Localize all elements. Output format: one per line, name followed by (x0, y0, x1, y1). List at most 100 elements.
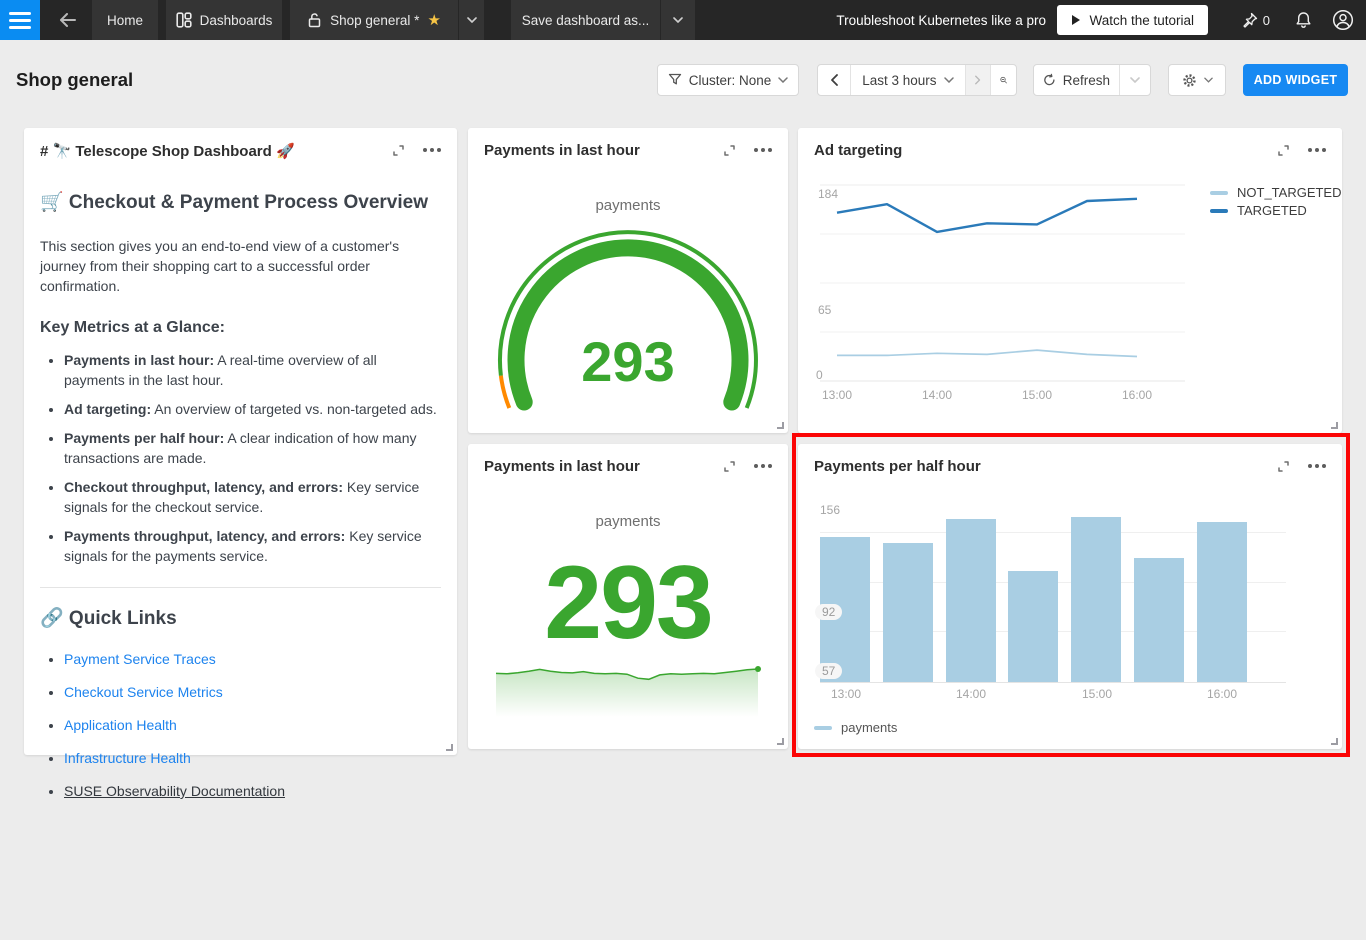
list-item: Payments throughput, latency, and errors… (64, 526, 441, 566)
legend-swatch (1210, 209, 1228, 213)
divider (40, 587, 441, 588)
watch-tutorial-label: Watch the tutorial (1089, 13, 1194, 28)
pinned-items-button[interactable]: 0 (1241, 0, 1270, 40)
add-widget-button[interactable]: ADD WIDGET (1243, 64, 1348, 96)
markdown-widget: # 🔭 Telescope Shop Dashboard 🚀 🛒 Checkou… (24, 128, 457, 755)
expand-widget-icon[interactable] (723, 460, 736, 473)
top-navbar: Home Dashboards Shop general * ★ Save da… (0, 0, 1366, 40)
legend-item-not-targeted[interactable]: NOT_TARGETED (1210, 185, 1342, 200)
bar[interactable] (1071, 517, 1121, 682)
x-axis-tick: 16:00 (1207, 687, 1237, 701)
chevron-down-icon (1130, 77, 1140, 83)
widget-menu-icon[interactable] (754, 148, 772, 152)
tab-options-chevron[interactable] (459, 0, 484, 40)
gauge-chart[interactable]: 293 (496, 226, 760, 418)
legend-item-payments[interactable]: payments (814, 720, 897, 735)
nav-tab-current-dashboard[interactable]: Shop general * ★ (290, 0, 458, 40)
page-title: Shop general (16, 69, 133, 91)
back-button[interactable] (50, 0, 84, 40)
number-metric-label: payments (468, 513, 788, 530)
resize-handle[interactable] (1331, 738, 1338, 745)
expand-widget-icon[interactable] (723, 144, 736, 157)
widget-title: # 🔭 Telescope Shop Dashboard 🚀 (40, 143, 295, 160)
user-avatar[interactable] (1332, 0, 1354, 40)
legend-label: payments (841, 720, 897, 735)
bell-icon (1295, 11, 1312, 29)
time-back-button[interactable] (818, 65, 851, 95)
nav-tab-dashboards[interactable]: Dashboards (166, 0, 282, 40)
metrics-heading: Key Metrics at a Glance: (40, 319, 441, 337)
resize-handle[interactable] (777, 738, 784, 745)
bar[interactable] (1008, 571, 1058, 682)
bar[interactable] (946, 519, 996, 682)
x-axis-tick: 15:00 (1022, 388, 1052, 402)
x-axis-tick: 13:00 (822, 388, 852, 402)
bar[interactable] (1197, 522, 1247, 682)
gear-icon (1182, 73, 1197, 88)
dashboards-icon (176, 12, 192, 28)
avatar-icon (1332, 9, 1354, 31)
markdown-intro: This section gives you an end-to-end vie… (40, 236, 441, 296)
list-item: Checkout Service Metrics (64, 682, 441, 702)
widget-title: Payments in last hour (484, 142, 640, 159)
pin-count: 0 (1263, 13, 1270, 28)
link-checkout-service-metrics[interactable]: Checkout Service Metrics (64, 684, 223, 700)
quick-links-list: Payment Service Traces Checkout Service … (64, 649, 441, 801)
nav-tab-home[interactable]: Home (92, 0, 158, 40)
legend-item-targeted[interactable]: TARGETED (1210, 203, 1307, 218)
hamburger-menu-button[interactable] (0, 0, 40, 40)
gauge-value: 293 (581, 330, 674, 393)
gauge-metric-label: payments (468, 197, 788, 214)
chevron-down-icon (673, 17, 683, 23)
list-item: SUSE Observability Documentation (64, 781, 441, 801)
list-item: Payments in last hour: A real-time overv… (64, 350, 441, 390)
x-axis-tick: 15:00 (1082, 687, 1112, 701)
y-axis-tick: 184 (818, 187, 838, 201)
resize-handle[interactable] (777, 422, 784, 429)
refresh-options-chevron[interactable] (1120, 65, 1150, 95)
dashboard-settings-button[interactable] (1168, 64, 1226, 96)
save-dashboard-chevron[interactable] (661, 0, 695, 40)
chevron-down-icon (467, 17, 477, 23)
widget-menu-icon[interactable] (423, 148, 441, 152)
widget-menu-icon[interactable] (754, 464, 772, 468)
time-range-dropdown[interactable]: Last 3 hours (851, 65, 966, 95)
save-dashboard-button[interactable]: Save dashboard as... (511, 0, 660, 40)
cluster-filter-button[interactable]: Cluster: None (657, 64, 799, 96)
link-payment-service-traces[interactable]: Payment Service Traces (64, 651, 216, 667)
widget-title: Payments per half hour (814, 458, 981, 475)
line-chart[interactable]: 184 65 0 (820, 184, 1185, 382)
unlock-icon (307, 12, 322, 28)
save-dashboard-label: Save dashboard as... (522, 13, 650, 28)
link-infrastructure-health[interactable]: Infrastructure Health (64, 750, 191, 766)
x-axis-tick: 14:00 (956, 687, 986, 701)
expand-widget-icon[interactable] (1277, 460, 1290, 473)
bar[interactable] (1134, 558, 1184, 682)
widget-menu-icon[interactable] (1308, 148, 1326, 152)
filter-icon (668, 73, 682, 87)
cluster-filter-label: Cluster: None (689, 73, 772, 88)
legend-swatch (1210, 191, 1228, 195)
bar[interactable] (883, 543, 933, 682)
link-application-health[interactable]: Application Health (64, 717, 177, 733)
bar-chart[interactable]: 156 92 57 (820, 503, 1286, 683)
link-suse-observability-docs[interactable]: SUSE Observability Documentation (64, 783, 285, 799)
refresh-button[interactable]: Refresh (1034, 65, 1120, 95)
resize-handle[interactable] (1331, 422, 1338, 429)
widget-menu-icon[interactable] (1308, 464, 1326, 468)
expand-widget-icon[interactable] (392, 144, 405, 157)
expand-widget-icon[interactable] (1277, 144, 1290, 157)
chevron-right-icon (975, 74, 981, 86)
markdown-heading: 🛒 Checkout & Payment Process Overview (40, 190, 441, 214)
favorite-star-icon[interactable]: ★ (427, 11, 440, 29)
time-forward-button-disabled[interactable] (966, 65, 991, 95)
resize-handle[interactable] (446, 744, 453, 751)
time-range-label: Last 3 hours (862, 73, 936, 88)
sparkline-chart[interactable] (495, 653, 763, 717)
y-axis-tick: 57 (815, 663, 842, 679)
notifications-button[interactable] (1295, 0, 1312, 40)
list-item: Checkout throughput, latency, and errors… (64, 477, 441, 517)
zoom-out-time-button[interactable] (991, 65, 1016, 95)
watch-tutorial-button[interactable]: Watch the tutorial (1057, 5, 1208, 35)
legend-swatch (814, 726, 832, 730)
